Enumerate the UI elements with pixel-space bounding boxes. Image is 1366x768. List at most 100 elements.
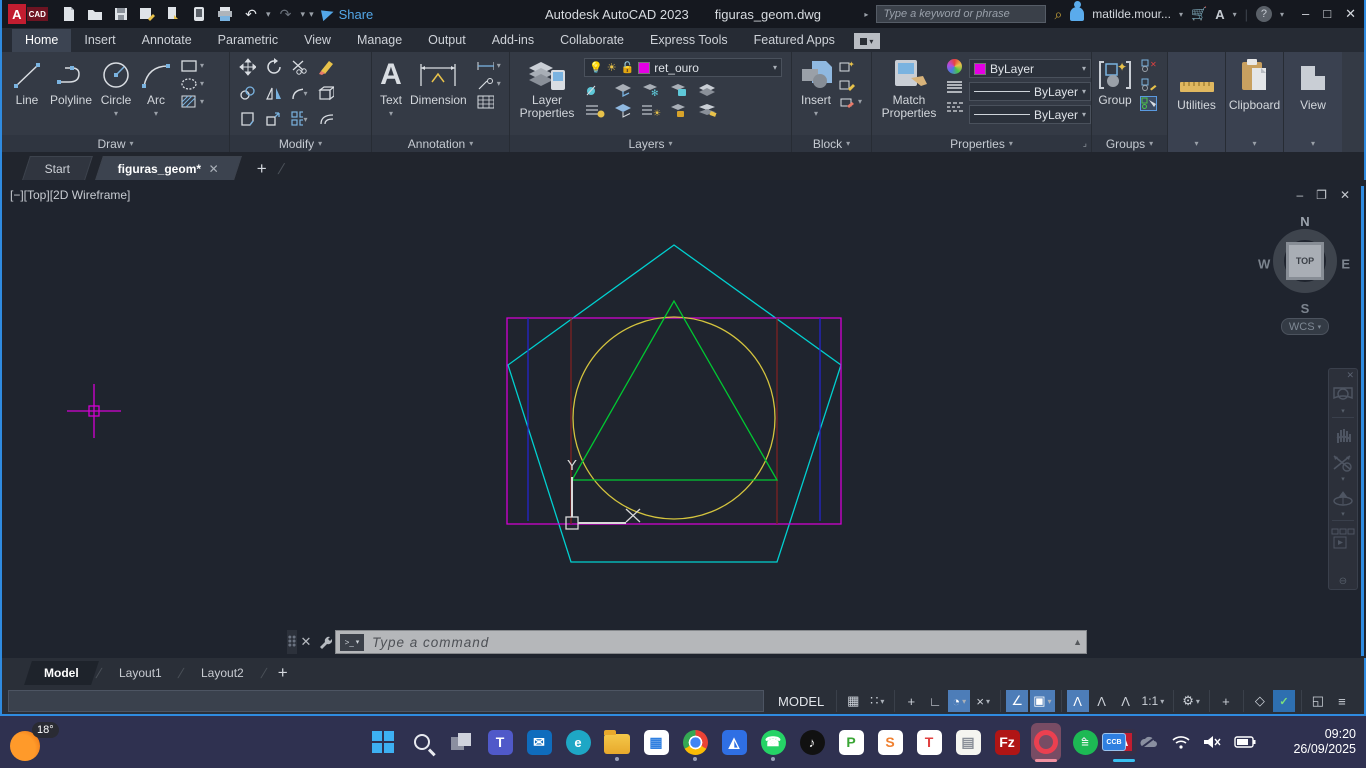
- drawing-minimize-button[interactable]: –: [1296, 188, 1303, 202]
- zoom-dropdown-icon[interactable]: ▾: [1341, 477, 1345, 482]
- array-dropdown-icon[interactable]: ▾: [303, 115, 307, 124]
- panel-label-groups[interactable]: Groups▾: [1092, 135, 1167, 152]
- shape-ucs-origin-box[interactable]: [566, 517, 578, 529]
- group-button[interactable]: ✦ Group: [1094, 56, 1136, 109]
- make-current-icon[interactable]: [584, 102, 606, 119]
- onedrive-icon[interactable]: [1139, 735, 1159, 749]
- ribbon-tab-annotate[interactable]: Annotate: [129, 29, 205, 52]
- user-dropdown-icon[interactable]: ▾: [1179, 10, 1183, 19]
- edit-block-icon[interactable]: [838, 76, 855, 91]
- share-button[interactable]: Share: [322, 7, 374, 22]
- taskbar-app-notes[interactable]: ▤: [953, 721, 983, 763]
- panel-label-modify[interactable]: Modify▾: [230, 135, 371, 152]
- panel-label-layers[interactable]: Layers▾: [510, 135, 791, 152]
- orbit-icon[interactable]: [1332, 486, 1354, 508]
- shape-yellow-circle[interactable]: [573, 317, 775, 519]
- taskbar-app-chrome[interactable]: [680, 721, 710, 763]
- linetype-dropdown[interactable]: ByLayer ▾: [969, 105, 1091, 124]
- ribbon-tab-add-ins[interactable]: Add-ins: [479, 29, 547, 52]
- command-input-field[interactable]: >_▾ ▲: [335, 630, 1087, 654]
- command-line-grip[interactable]: ●●●●●●: [287, 630, 297, 654]
- insert-button[interactable]: Insert ▾: [794, 56, 838, 120]
- help-icon[interactable]: ?: [1256, 6, 1272, 22]
- print-icon[interactable]: [214, 4, 236, 24]
- autocad-app-icon[interactable]: ACAD: [8, 3, 48, 25]
- arc-dropdown-icon[interactable]: ▾: [154, 109, 158, 118]
- match-layer-icon[interactable]: [612, 102, 634, 119]
- workspace-switching-button[interactable]: ⚙▾: [1179, 690, 1203, 712]
- circle-dropdown-icon[interactable]: ▾: [114, 109, 118, 118]
- ungroup-icon[interactable]: ✕: [1140, 58, 1157, 73]
- tray-expand-icon[interactable]: ⌃: [1079, 735, 1089, 749]
- shape-pentagon[interactable]: [508, 245, 841, 562]
- lineweight-dropdown[interactable]: ByLayer ▾: [969, 82, 1091, 101]
- open-file-icon[interactable]: [84, 4, 106, 24]
- ribbon-tab-parametric[interactable]: Parametric: [205, 29, 291, 52]
- leader-dropdown-icon[interactable]: ▾: [497, 79, 501, 88]
- panel-utilities[interactable]: Utilities ▾: [1168, 52, 1226, 152]
- volume-muted-icon[interactable]: [1203, 735, 1221, 749]
- close-button[interactable]: ✕: [1345, 6, 1356, 22]
- annotation-scale-button[interactable]: 1:1▾: [1139, 690, 1168, 712]
- command-customize-icon[interactable]: [315, 635, 335, 649]
- line-button[interactable]: Line: [8, 56, 46, 109]
- taskbar-app-tiktok[interactable]: ♪: [797, 721, 827, 763]
- command-input[interactable]: [372, 635, 1069, 650]
- match-properties-button[interactable]: Match Properties: [876, 56, 942, 122]
- search-icon[interactable]: ⌕: [1054, 6, 1062, 23]
- viewcube-south[interactable]: S: [1301, 301, 1310, 316]
- mirror-icon[interactable]: [265, 86, 282, 101]
- layer-off-icon[interactable]: [584, 81, 606, 98]
- layer-dropdown[interactable]: 💡 ☀ 🔓 ret_ouro ▾: [584, 58, 782, 77]
- taskbar-app-s-app[interactable]: S: [875, 721, 905, 763]
- clean-screen-button[interactable]: ◱: [1307, 690, 1329, 712]
- taskbar-app-file-explorer[interactable]: [602, 721, 632, 763]
- previous-layer-icon[interactable]: ☀: [640, 102, 662, 119]
- linear-dimension-icon[interactable]: [477, 58, 494, 73]
- panel-label-draw[interactable]: Draw▾: [2, 135, 229, 152]
- arc-button[interactable]: Arc ▾: [136, 56, 176, 120]
- file-tab-close-icon[interactable]: ✕: [210, 162, 220, 176]
- array-icon[interactable]: ▾: [291, 112, 308, 127]
- insert-dropdown-icon[interactable]: ▾: [814, 109, 818, 118]
- table-icon[interactable]: [477, 94, 494, 109]
- minimize-button[interactable]: –: [1302, 6, 1309, 22]
- user-name[interactable]: matilde.mour...: [1092, 7, 1171, 21]
- lineweight-display-button[interactable]: ∠: [1006, 690, 1028, 712]
- group-edit-icon[interactable]: [1140, 77, 1157, 92]
- wcs-dropdown[interactable]: WCS▾: [1281, 318, 1329, 335]
- taskbar-app-microsoft-store[interactable]: ▦: [641, 721, 671, 763]
- dimension-button[interactable]: Dimension: [406, 56, 471, 109]
- fillet-icon[interactable]: ▾: [291, 86, 308, 101]
- group-selection-toggle[interactable]: [1140, 96, 1157, 111]
- panel-clipboard[interactable]: Clipboard ▾: [1226, 52, 1284, 152]
- properties-launcher-icon[interactable]: ⌟: [1083, 138, 1087, 149]
- taskbar-app-opera[interactable]: [1031, 721, 1061, 763]
- weather-widget[interactable]: 18°: [10, 722, 62, 762]
- help-dropdown-icon[interactable]: ▾: [1280, 10, 1284, 19]
- new-layout-button[interactable]: +: [278, 663, 288, 683]
- viewcube-top-face[interactable]: TOP: [1286, 242, 1324, 280]
- search-expand-icon[interactable]: ▸: [864, 10, 868, 19]
- layer-isolate-icon[interactable]: [612, 81, 634, 98]
- layer-properties-button[interactable]: Layer Properties: [514, 56, 580, 122]
- leader-icon[interactable]: [477, 76, 494, 91]
- object-color-dropdown[interactable]: ByLayer ▾: [969, 59, 1091, 78]
- viewcube[interactable]: N S W E TOP: [1265, 218, 1345, 310]
- ribbon-tab-view[interactable]: View: [291, 29, 344, 52]
- app-store-cart-icon[interactable]: 🛒: [1191, 6, 1207, 22]
- ribbon-tab-featured-apps[interactable]: Featured Apps: [741, 29, 848, 52]
- ortho-mode-button[interactable]: ∟: [924, 690, 946, 712]
- ellipse-icon[interactable]: [180, 76, 197, 91]
- taskbar-app-start[interactable]: [368, 721, 398, 763]
- panel-label-properties[interactable]: Properties▾⌟: [872, 135, 1091, 152]
- fillet-dropdown-icon[interactable]: ▾: [303, 89, 307, 98]
- object-snap-button[interactable]: ▣▾: [1030, 690, 1054, 712]
- polar-tracking-button[interactable]: ◔▾: [948, 690, 970, 712]
- redo-icon[interactable]: ↷: [275, 4, 297, 24]
- ribbon-tab-output[interactable]: Output: [415, 29, 479, 52]
- layer-dropdown-icon[interactable]: ▾: [773, 63, 777, 72]
- ribbon-tab-home[interactable]: Home: [12, 29, 71, 52]
- autodesk-a-icon[interactable]: A: [1215, 7, 1224, 22]
- offset-icon[interactable]: [317, 112, 334, 127]
